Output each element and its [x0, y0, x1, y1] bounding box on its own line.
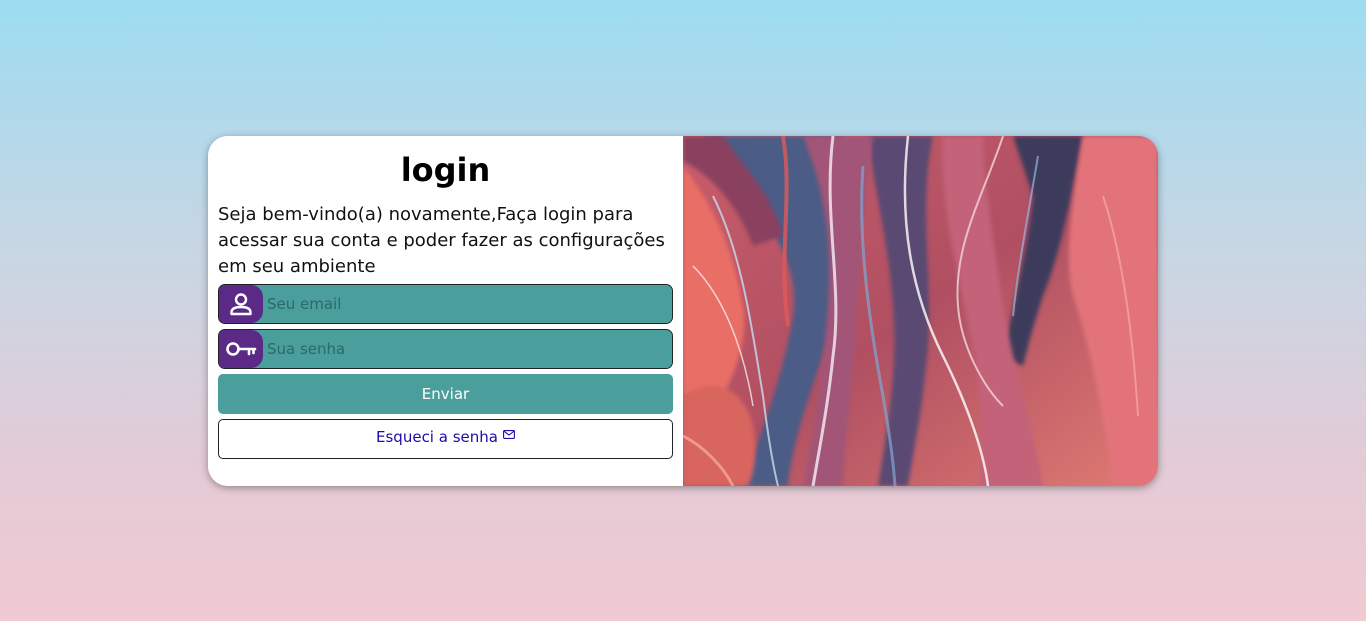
email-input[interactable] [263, 285, 672, 323]
mail-icon [503, 429, 515, 439]
page-title: login [400, 151, 491, 189]
password-input[interactable] [263, 330, 672, 368]
decorative-image [683, 136, 1158, 486]
password-field-group [218, 329, 673, 369]
user-icon [219, 285, 263, 323]
forgot-password-link[interactable]: Esqueci a senha [218, 419, 673, 459]
submit-button[interactable]: Enviar [218, 374, 673, 414]
welcome-text: Seja bem-vindo(a) novamente,Faça login p… [218, 204, 665, 277]
forgot-password-label: Esqueci a senha [376, 428, 498, 446]
key-icon [219, 330, 263, 368]
login-card: login Seja bem-vindo(a) novamente,Faça l… [208, 136, 1158, 486]
login-panel: login Seja bem-vindo(a) novamente,Faça l… [208, 136, 683, 486]
email-field-group [218, 284, 673, 324]
